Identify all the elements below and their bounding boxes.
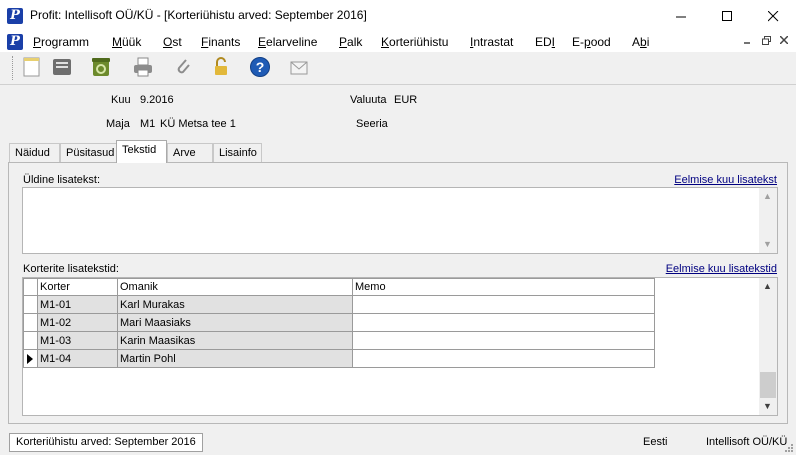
unlock-icon[interactable] bbox=[210, 56, 232, 78]
tab-pusitasud[interactable]: Püsitasud bbox=[60, 143, 117, 162]
menu-korteriuhistu[interactable]: Korteriühistu bbox=[381, 35, 448, 49]
toolbar-grip[interactable] bbox=[12, 56, 14, 80]
cell-korter[interactable]: M1-01 bbox=[37, 295, 118, 314]
svg-text:?: ? bbox=[256, 59, 265, 75]
maja-name: KÜ Metsa tee 1 bbox=[160, 118, 236, 130]
row-indicator-current[interactable] bbox=[23, 349, 38, 368]
apartments-scrollbar[interactable]: ▲ ▼ bbox=[759, 278, 777, 415]
general-text-label: Üldine lisatekst: bbox=[23, 174, 101, 186]
cell-memo[interactable] bbox=[352, 349, 655, 368]
print-icon[interactable] bbox=[132, 56, 154, 78]
menu-intrastat[interactable]: Intrastat bbox=[470, 35, 513, 49]
menu-bar: P Programm Müük Ost Finants Eelarveline … bbox=[0, 32, 796, 52]
scroll-up-arrow-icon[interactable]: ▲ bbox=[759, 188, 776, 205]
title-bar: P Profit: Intellisoft OÜ/KÜ - [Korteriüh… bbox=[0, 0, 796, 32]
email-icon[interactable] bbox=[288, 56, 310, 78]
scroll-down-arrow-icon[interactable]: ▼ bbox=[759, 236, 776, 253]
apartments-table: Korter Omanik Memo M1-01 Karl Murakas M1… bbox=[23, 278, 655, 368]
valuuta-label: Valuuta bbox=[350, 94, 387, 106]
minimize-icon bbox=[744, 42, 750, 44]
status-bar: Korteriühistu arved: September 2016 Eest… bbox=[0, 430, 796, 455]
recycle-icon[interactable] bbox=[90, 56, 112, 78]
menu-eelarveline[interactable]: Eelarveline bbox=[258, 35, 317, 49]
apartments-grid: Korter Omanik Memo M1-01 Karl Murakas M1… bbox=[22, 277, 778, 416]
window-title: Profit: Intellisoft OÜ/KÜ - [Korteriühis… bbox=[30, 8, 367, 22]
document-logo-icon[interactable]: P bbox=[7, 34, 23, 50]
general-text-input[interactable]: ▲ ▼ bbox=[22, 187, 778, 254]
row-indicator[interactable] bbox=[23, 295, 38, 314]
maja-code[interactable]: M1 bbox=[140, 118, 155, 130]
scroll-up-arrow-icon[interactable]: ▲ bbox=[759, 278, 776, 295]
status-language: Eesti bbox=[643, 436, 668, 448]
menu-abi[interactable]: Abi bbox=[632, 35, 649, 49]
toolbar-divider bbox=[0, 84, 796, 85]
cell-korter[interactable]: M1-04 bbox=[37, 349, 118, 368]
cell-memo[interactable] bbox=[352, 331, 655, 350]
table-row[interactable]: M1-04 Martin Pohl bbox=[23, 349, 655, 368]
menu-palk[interactable]: Palk bbox=[339, 35, 362, 49]
toolbar: ? bbox=[0, 52, 796, 84]
table-row[interactable]: M1-02 Mari Maasiaks bbox=[23, 313, 655, 332]
menu-muuk[interactable]: Müük bbox=[112, 35, 141, 49]
maximize-icon bbox=[722, 11, 732, 21]
restore-icon bbox=[761, 36, 771, 45]
prev-month-general-link[interactable]: Eelmise kuu lisatekst bbox=[674, 174, 777, 186]
column-header-memo[interactable]: Memo bbox=[352, 278, 655, 296]
menu-ost[interactable]: Ost bbox=[163, 35, 182, 49]
grid-header-row: Korter Omanik Memo bbox=[23, 278, 655, 296]
close-icon bbox=[767, 10, 778, 21]
status-company: Intellisoft OÜ/KÜ bbox=[706, 436, 788, 448]
tab-arve[interactable]: Arve bbox=[167, 143, 213, 162]
app-logo-icon: P bbox=[7, 8, 23, 24]
cell-omanik[interactable]: Karin Maasikas bbox=[117, 331, 353, 350]
seeria-label: Seeria bbox=[356, 118, 388, 130]
row-indicator[interactable] bbox=[23, 313, 38, 332]
menu-programm[interactable]: Programm bbox=[33, 35, 89, 49]
attach-icon[interactable] bbox=[172, 56, 194, 78]
apartments-text-label: Korterite lisatekstid: bbox=[23, 263, 119, 275]
maja-label: Maja bbox=[106, 118, 130, 130]
minimize-icon bbox=[675, 16, 686, 17]
menu-epood[interactable]: E-pood bbox=[572, 35, 611, 49]
save-icon[interactable] bbox=[51, 56, 73, 78]
mdi-close-button[interactable] bbox=[778, 35, 790, 48]
scrollbar-thumb[interactable] bbox=[760, 372, 776, 398]
column-header-omanik[interactable]: Omanik bbox=[117, 278, 353, 296]
row-indicator[interactable] bbox=[23, 331, 38, 350]
mdi-restore-button[interactable] bbox=[760, 36, 772, 48]
table-row[interactable]: M1-01 Karl Murakas bbox=[23, 295, 655, 314]
cell-omanik[interactable]: Martin Pohl bbox=[117, 349, 353, 368]
row-indicator-header bbox=[23, 278, 38, 296]
kuu-value[interactable]: 9.2016 bbox=[140, 94, 174, 106]
maximize-button[interactable] bbox=[704, 0, 750, 32]
menu-edi[interactable]: EDI bbox=[535, 35, 555, 49]
cell-korter[interactable]: M1-03 bbox=[37, 331, 118, 350]
tab-tekstid[interactable]: Tekstid bbox=[116, 140, 167, 163]
new-document-icon[interactable] bbox=[21, 56, 43, 78]
scroll-down-arrow-icon[interactable]: ▼ bbox=[759, 398, 776, 415]
mdi-minimize-button[interactable] bbox=[741, 36, 753, 48]
column-header-korter[interactable]: Korter bbox=[37, 278, 118, 296]
cell-memo[interactable] bbox=[352, 313, 655, 332]
cell-omanik[interactable]: Mari Maasiaks bbox=[117, 313, 353, 332]
prev-month-apartments-link[interactable]: Eelmise kuu lisatekstid bbox=[666, 263, 777, 275]
cell-omanik[interactable]: Karl Murakas bbox=[117, 295, 353, 314]
menu-finants[interactable]: Finants bbox=[201, 35, 240, 49]
status-document: Korteriühistu arved: September 2016 bbox=[9, 433, 203, 452]
general-text-scrollbar[interactable]: ▲ ▼ bbox=[759, 188, 777, 253]
cell-korter[interactable]: M1-02 bbox=[37, 313, 118, 332]
table-row[interactable]: M1-03 Karin Maasikas bbox=[23, 331, 655, 350]
kuu-label: Kuu bbox=[111, 94, 131, 106]
current-row-arrow-icon bbox=[27, 354, 33, 364]
tab-naidud[interactable]: Näidud bbox=[9, 143, 60, 162]
tab-lisainfo[interactable]: Lisainfo bbox=[213, 143, 262, 162]
resize-grip-icon[interactable] bbox=[783, 442, 794, 453]
minimize-button[interactable] bbox=[658, 0, 704, 32]
close-button[interactable] bbox=[750, 0, 796, 32]
valuuta-value[interactable]: EUR bbox=[394, 94, 417, 106]
cell-memo[interactable] bbox=[352, 295, 655, 314]
help-icon[interactable]: ? bbox=[249, 56, 271, 78]
close-icon bbox=[779, 35, 789, 45]
